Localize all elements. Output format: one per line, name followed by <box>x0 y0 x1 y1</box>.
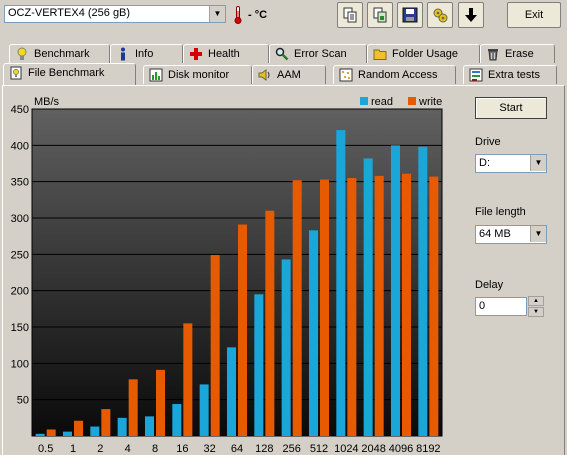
exit-button[interactable]: Exit <box>507 2 561 28</box>
chart-legend: read write <box>360 96 442 108</box>
bar-read-32 <box>199 384 209 436</box>
tab-label: Erase <box>505 48 534 60</box>
bar-write-128 <box>265 210 275 436</box>
start-button[interactable]: Start <box>475 97 547 119</box>
x-tick-label: 64 <box>231 443 243 455</box>
x-tick-label: 512 <box>310 443 328 455</box>
bar-read-128 <box>254 294 264 436</box>
x-tick-label: 2048 <box>361 443 385 455</box>
file-length-combo-value: 64 MB <box>479 228 511 240</box>
tab-erase[interactable]: Erase <box>480 44 555 63</box>
bar-write-2048 <box>374 175 384 436</box>
bar-read-0.5 <box>35 433 45 436</box>
tab-label: File Benchmark <box>28 67 105 79</box>
bar-read-1 <box>62 431 72 436</box>
x-tick-label: 256 <box>282 443 300 455</box>
bar-write-8 <box>156 369 166 436</box>
bar-read-64 <box>226 347 236 436</box>
chevron-down-icon[interactable]: ▼ <box>530 155 546 171</box>
legend-write-swatch <box>408 97 416 105</box>
x-tick-label: 32 <box>204 443 216 455</box>
file-length-combo[interactable]: 64 MB ▼ <box>475 225 547 244</box>
y-tick-label: 450 <box>11 104 29 116</box>
bar-write-1024 <box>347 178 357 437</box>
tab-label: Extra tests <box>488 69 540 81</box>
bar-read-256 <box>281 259 291 436</box>
bar-write-4 <box>128 379 138 436</box>
drive-combo-value: D: <box>479 157 490 169</box>
file-length-label: File length <box>475 206 526 218</box>
tab-file-benchmark[interactable]: File Benchmark <box>3 63 136 85</box>
x-tick-label: 2 <box>97 443 103 455</box>
x-tick-label: 1024 <box>334 443 358 455</box>
bar-write-64 <box>238 224 248 436</box>
x-tick-label: 128 <box>255 443 273 455</box>
delay-label: Delay <box>475 279 504 291</box>
bar-read-8 <box>144 416 154 436</box>
bar-write-512 <box>320 179 330 436</box>
drive-label: Drive <box>475 136 501 148</box>
x-tick-labels: 0.5 1 2 4 8 16 32 64 128 256 512 1024 2048 4096 8192 <box>38 443 441 455</box>
chevron-down-icon[interactable]: ▼ <box>530 226 546 242</box>
y-tick-label: 150 <box>11 322 29 334</box>
y-tick-label: 250 <box>11 249 29 261</box>
bar-read-8192 <box>418 146 428 436</box>
bar-read-4096 <box>390 145 400 437</box>
delay-input-value: 0 <box>479 300 486 312</box>
bar-write-8192 <box>429 176 439 436</box>
bar-write-16 <box>183 323 193 436</box>
y-tick-label: 100 <box>11 358 29 370</box>
legend-read-swatch <box>360 97 368 105</box>
bar-read-512 <box>308 230 318 436</box>
x-tick-label: 4096 <box>389 443 413 455</box>
bar-read-16 <box>172 404 182 436</box>
x-tick-label: 8 <box>152 443 158 455</box>
bar-read-4 <box>117 417 127 436</box>
delay-input[interactable]: 0 <box>475 297 527 316</box>
delay-down-button[interactable]: ▼ <box>528 307 544 317</box>
bar-write-4096 <box>402 173 412 436</box>
bar-write-256 <box>292 180 302 436</box>
tab-extra-tests[interactable]: Extra tests <box>463 65 557 84</box>
x-tick-label: 0.5 <box>38 443 53 455</box>
bar-write-0.5 <box>46 429 56 436</box>
x-tick-label: 1 <box>70 443 76 455</box>
x-tick-label: 16 <box>176 443 188 455</box>
y-tick-label: 400 <box>11 140 29 152</box>
y-tick-labels: 50 100 150 200 250 300 350 400 450 <box>11 104 29 407</box>
y-tick-label: 50 <box>17 395 29 407</box>
y-tick-label: 300 <box>11 213 29 225</box>
bar-read-1024 <box>336 130 346 436</box>
drive-combo[interactable]: D: ▼ <box>475 154 547 173</box>
y-axis-label: MB/s <box>34 96 60 108</box>
trash-icon <box>488 49 498 61</box>
bar-read-2 <box>90 426 100 436</box>
x-tick-label: 8192 <box>416 443 440 455</box>
bar-write-2 <box>101 409 111 436</box>
y-tick-label: 200 <box>11 286 29 298</box>
y-tick-label: 350 <box>11 177 29 189</box>
bar-write-1 <box>74 420 84 436</box>
extra-tests-icon <box>469 68 483 82</box>
x-tick-label: 4 <box>125 443 131 455</box>
bar-read-2048 <box>363 158 373 436</box>
legend-read-label: read <box>371 96 393 108</box>
bar-write-32 <box>210 255 220 436</box>
file-benchmark-icon <box>10 66 22 80</box>
legend-write-label: write <box>418 96 442 108</box>
delay-up-button[interactable]: ▲ <box>528 296 544 306</box>
